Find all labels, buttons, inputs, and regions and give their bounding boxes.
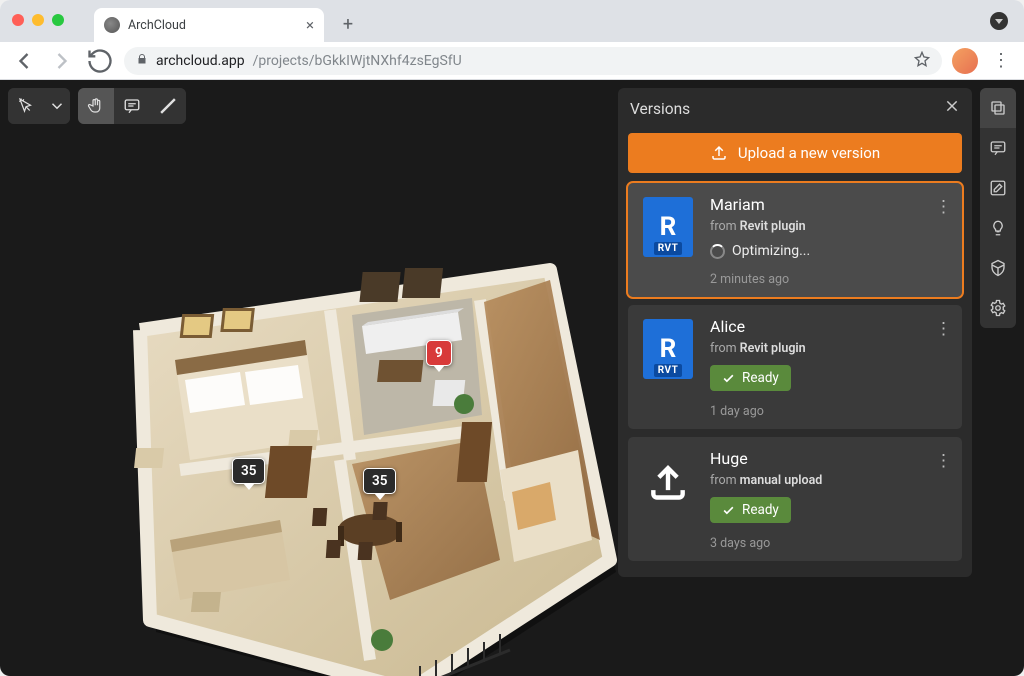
- version-card-body: Mariam from Revit plugin Optimizing... 2 mi…: [710, 195, 950, 287]
- spinner-icon: [710, 244, 725, 259]
- pan-tool-button[interactable]: [78, 88, 114, 124]
- maximize-window-button[interactable]: [52, 14, 64, 26]
- measure-tool-button[interactable]: [150, 88, 186, 124]
- cursor-tool-button[interactable]: [8, 88, 44, 124]
- panel-title: Versions: [630, 100, 690, 118]
- back-button[interactable]: [10, 47, 38, 75]
- comments-rail-button[interactable]: [980, 128, 1016, 168]
- browser-tab[interactable]: ArchCloud ×: [94, 8, 324, 42]
- version-card[interactable]: RRVT Mariam from Revit plugin Optimizing...…: [628, 183, 962, 297]
- version-menu-button[interactable]: ⋮: [935, 451, 952, 471]
- bookmark-icon[interactable]: [914, 51, 930, 71]
- version-menu-button[interactable]: ⋮: [935, 319, 952, 339]
- edit-rail-button[interactable]: [980, 168, 1016, 208]
- version-card[interactable]: RRVT Alice from Revit plugin Ready 1 day ago…: [628, 305, 962, 429]
- version-time: 3 days ago: [710, 536, 950, 551]
- comment-tool-button[interactable]: [114, 88, 150, 124]
- app-viewport: 9 35 35 Versions Upload a new version RRVT…: [0, 80, 1024, 676]
- address-bar[interactable]: archcloud.app/projects/bGkkIWjtNXhf4zsEg…: [124, 47, 942, 75]
- version-card-body: Huge from manual upload Ready 3 days ago: [710, 449, 950, 551]
- status-optimizing: Optimizing...: [710, 243, 950, 259]
- tab-favicon: [104, 17, 120, 33]
- versions-panel: Versions Upload a new version RRVTMariam…: [618, 88, 972, 577]
- lock-icon: [136, 53, 148, 68]
- browser-tabbar: ArchCloud × +: [0, 0, 1024, 42]
- upload-icon: [640, 449, 696, 513]
- version-time: 1 day ago: [710, 404, 950, 419]
- version-source: from manual upload: [710, 473, 950, 488]
- version-card[interactable]: Huge from manual upload Ready 3 days ago ⋮: [628, 437, 962, 561]
- new-tab-button[interactable]: +: [334, 10, 362, 38]
- browser-toolbar: archcloud.app/projects/bGkkIWjtNXhf4zsEg…: [0, 42, 1024, 80]
- status-ready-badge: Ready: [710, 497, 791, 523]
- view-tool-group: [78, 88, 186, 124]
- version-menu-button[interactable]: ⋮: [935, 197, 952, 217]
- close-panel-button[interactable]: [944, 98, 960, 119]
- versions-rail-button[interactable]: [980, 88, 1016, 128]
- annotation-marker[interactable]: 35: [232, 458, 265, 484]
- revit-file-icon: RRVT: [640, 195, 696, 259]
- annotation-marker[interactable]: 35: [363, 468, 396, 494]
- assets-rail-button[interactable]: [980, 248, 1016, 288]
- viewer-toolbar: [8, 88, 186, 124]
- ideas-rail-button[interactable]: [980, 208, 1016, 248]
- version-source: from Revit plugin: [710, 341, 950, 356]
- panel-header: Versions: [618, 88, 972, 129]
- reload-button[interactable]: [86, 47, 114, 75]
- upload-version-button[interactable]: Upload a new version: [628, 133, 962, 173]
- revit-file-icon: RRVT: [640, 317, 696, 381]
- select-tool-group: [8, 88, 70, 124]
- incognito-indicator-icon[interactable]: [990, 12, 1008, 30]
- cursor-tool-dropdown[interactable]: [44, 88, 70, 124]
- close-window-button[interactable]: [12, 14, 24, 26]
- version-name: Alice: [710, 317, 950, 336]
- url-path: /projects/bGkkIWjtNXhf4zsEgSfU: [253, 53, 462, 69]
- version-source: from Revit plugin: [710, 219, 950, 234]
- browser-menu-button[interactable]: ⋮: [988, 50, 1014, 71]
- version-card-body: Alice from Revit plugin Ready 1 day ago: [710, 317, 950, 419]
- status-ready-badge: Ready: [710, 365, 791, 391]
- forward-button[interactable]: [48, 47, 76, 75]
- url-host: archcloud.app: [156, 53, 245, 69]
- upload-button-label: Upload a new version: [738, 144, 880, 162]
- close-tab-button[interactable]: ×: [306, 16, 314, 34]
- version-name: Mariam: [710, 195, 950, 214]
- version-name: Huge: [710, 449, 950, 468]
- tab-title: ArchCloud: [128, 18, 298, 33]
- browser-window: ArchCloud × + archcloud.app/projects/bGk…: [0, 0, 1024, 676]
- window-controls: [12, 14, 64, 26]
- right-sidebar: [980, 88, 1016, 328]
- profile-avatar[interactable]: [952, 48, 978, 74]
- version-time: 2 minutes ago: [710, 272, 950, 287]
- minimize-window-button[interactable]: [32, 14, 44, 26]
- floorplan-3d-view[interactable]: 9 35 35: [80, 240, 620, 676]
- settings-rail-button[interactable]: [980, 288, 1016, 328]
- annotation-marker[interactable]: 9: [426, 340, 452, 366]
